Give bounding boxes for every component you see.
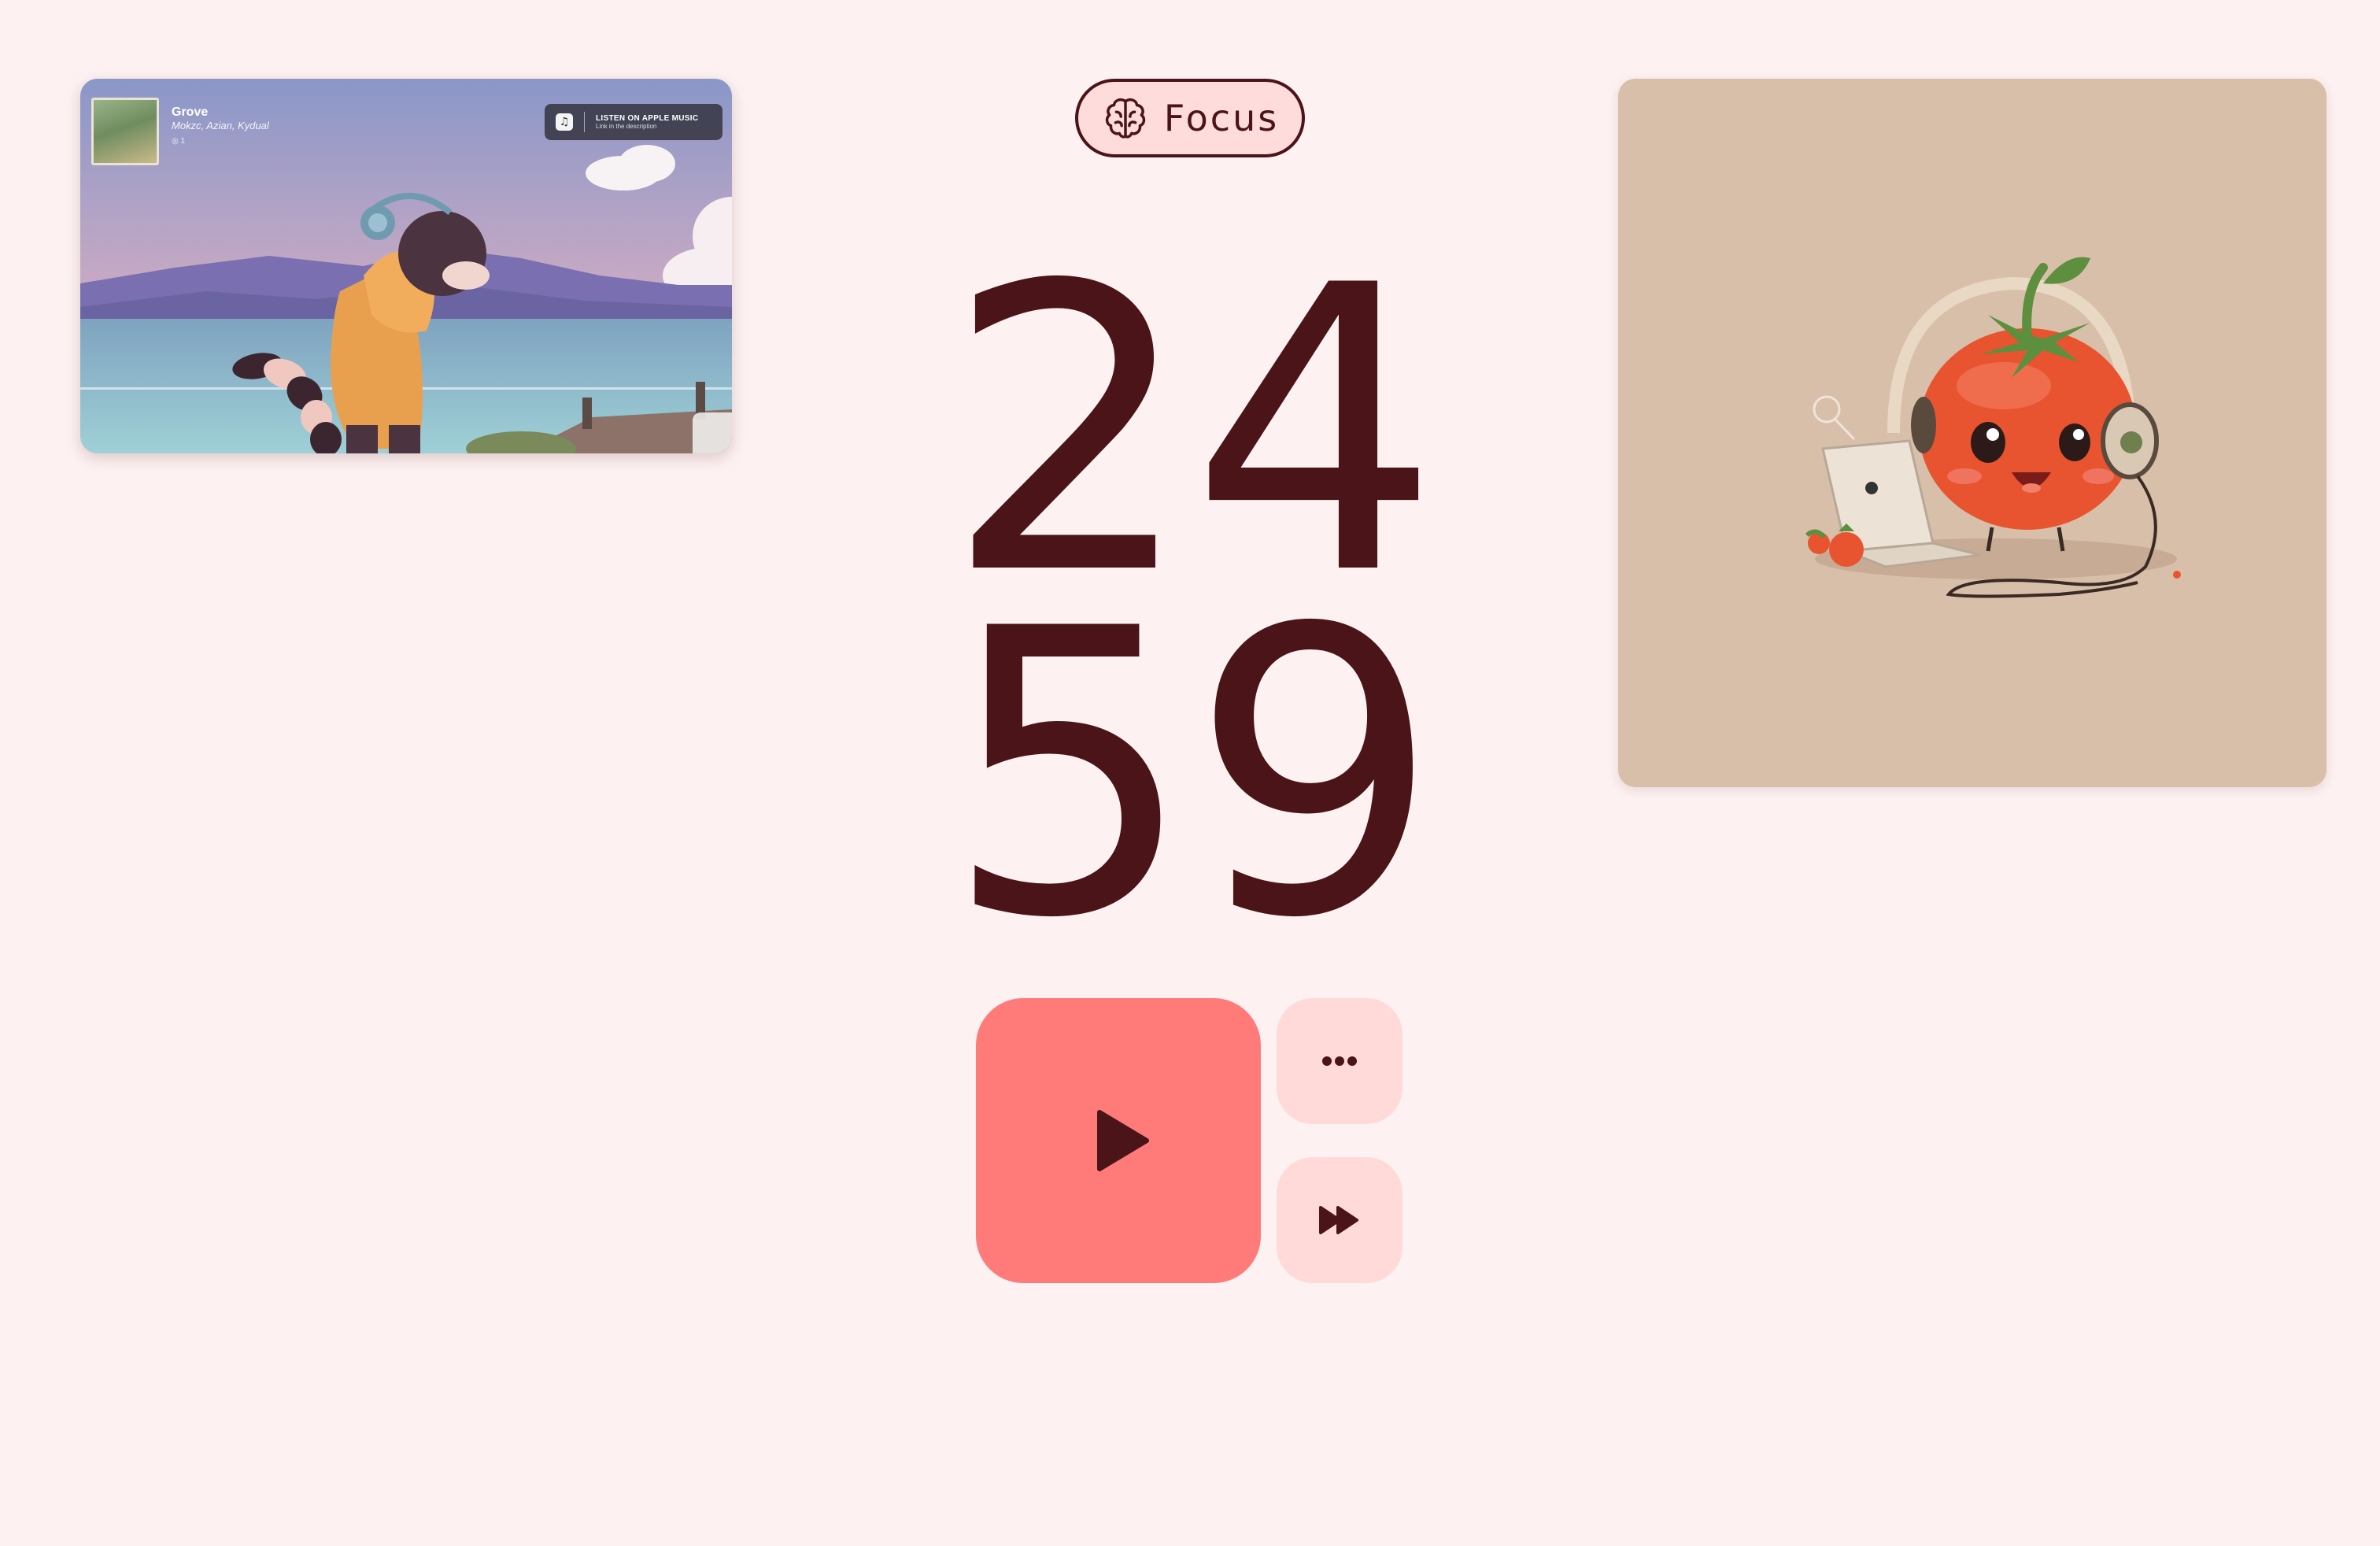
play-button[interactable]	[976, 998, 1261, 1283]
tomato-illustration-card	[1618, 79, 2326, 787]
tomato-mascot-illustration	[1805, 257, 2181, 598]
pomodoro-page: Grove Mokzc, Azian, Kydual ◎ 1 ♫ LISTEN …	[0, 0, 2380, 1546]
more-options-button[interactable]	[1277, 998, 1402, 1124]
lofi-video-player[interactable]: Grove Mokzc, Azian, Kydual ◎ 1 ♫ LISTEN …	[80, 79, 732, 453]
timer-seconds: 59	[944, 546, 1440, 1004]
track-title: Grove	[172, 105, 209, 119]
channel-badge	[693, 412, 732, 453]
album-art-thumbnail	[91, 98, 159, 165]
track-artists: Mokzc, Azian, Kydual	[172, 120, 269, 131]
skip-button[interactable]	[1277, 1157, 1402, 1283]
apple-music-sub: Link in the description	[596, 123, 657, 130]
music-note-icon: ♫	[556, 113, 573, 131]
fast-forward-icon	[1319, 1206, 1358, 1234]
track-meta: Grove Mokzc, Azian, Kydual ◎ 1	[172, 98, 269, 146]
now-playing-info: Grove Mokzc, Azian, Kydual ◎ 1	[91, 98, 269, 165]
countdown-timer: 24 59	[921, 235, 1459, 1004]
mode-chip-focus[interactable]: Focus	[1075, 79, 1305, 157]
pill-divider	[584, 112, 585, 132]
brain-icon	[1105, 98, 1145, 139]
apple-music-label: LISTEN ON APPLE MUSIC	[596, 114, 699, 123]
apple-music-link[interactable]: ♫ LISTEN ON APPLE MUSIC Link in the desc…	[545, 104, 722, 140]
mode-label: Focus	[1163, 97, 1280, 139]
play-icon	[1097, 1110, 1149, 1171]
more-horizontal-icon	[1322, 1056, 1357, 1066]
track-extra: ◎ 1	[172, 137, 186, 146]
